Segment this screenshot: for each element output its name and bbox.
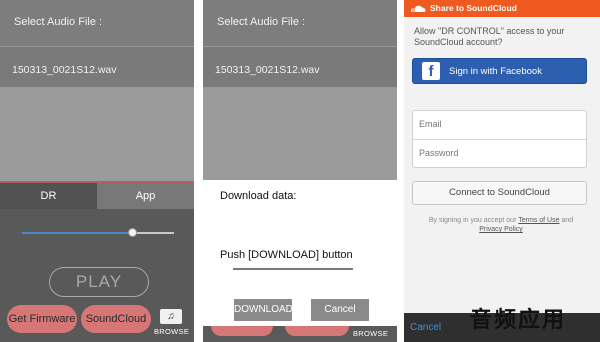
facebook-signin-label: Sign in with Facebook	[449, 66, 542, 77]
browse-label[interactable]: BROWSE	[154, 327, 189, 336]
browse-label[interactable]: BROWSE	[353, 329, 388, 338]
terms-of-use-link[interactable]: Terms of Use	[518, 217, 559, 224]
facebook-icon: f	[422, 62, 440, 80]
tab-dr[interactable]: DR	[0, 183, 97, 209]
file-name: 150313_0021S12.wav	[215, 64, 320, 76]
email-field[interactable]: Email	[419, 119, 442, 129]
dialog-message: Push [DOWNLOAD] button	[220, 249, 353, 261]
file-list-empty-area	[0, 88, 194, 182]
access-prompt: Allow "DR CONTROL" access to your SoundC…	[414, 26, 565, 47]
get-firmware-button-partial	[211, 326, 273, 336]
tab-app[interactable]: App	[97, 183, 194, 209]
terms-notice: By signing in you accept our Terms of Us…	[410, 216, 592, 234]
file-name: 150313_0021S12.wav	[12, 64, 117, 76]
file-list-item[interactable]: 150313_0021S12.wav	[203, 47, 397, 87]
soundcloud-topbar: Share to SoundCloud	[404, 0, 600, 17]
volume-slider-knob[interactable]	[127, 228, 137, 237]
privacy-policy-link[interactable]: Privacy Policy	[479, 226, 523, 233]
cancel-button[interactable]: Cancel	[311, 299, 369, 321]
soundcloud-cloud-icon	[411, 5, 426, 12]
file-list-empty-area	[203, 88, 397, 182]
download-dialog: Download data: Push [DOWNLOAD] button DO…	[203, 180, 397, 326]
terms-prefix: By signing in you accept our	[428, 217, 517, 224]
get-firmware-button[interactable]: Get Firmware	[7, 305, 77, 333]
facebook-signin-button[interactable]: f Sign in with Facebook	[412, 58, 587, 84]
volume-slider-fill	[22, 232, 133, 234]
mode-tabs: DR App	[0, 183, 194, 209]
select-audio-label: Select Audio File :	[217, 16, 306, 28]
app-screen-download-dialog: Select Audio File : 150313_0021S12.wav D…	[203, 0, 397, 342]
download-button[interactable]: DOWNLOAD	[234, 299, 293, 321]
connect-soundcloud-button[interactable]: Connect to SoundCloud	[412, 181, 587, 205]
login-form: Email Password	[412, 110, 587, 168]
select-audio-header: Select Audio File :	[203, 0, 397, 46]
dialog-title: Download data:	[220, 190, 297, 202]
file-list-item[interactable]: 150313_0021S12.wav	[0, 47, 194, 87]
soundcloud-button-partial	[285, 326, 349, 336]
soundcloud-share-screen: Share to SoundCloud Allow "DR CONTROL" a…	[404, 0, 600, 342]
download-progress-bar	[233, 268, 353, 270]
control-area: PLAY Get Firmware SoundCloud ♫ BROWSE	[0, 209, 194, 342]
form-divider	[413, 139, 586, 140]
music-note-icon[interactable]: ♫	[160, 309, 182, 324]
soundcloud-button[interactable]: SoundCloud	[81, 305, 151, 333]
select-audio-label: Select Audio File :	[14, 16, 103, 28]
app-screen-main: Select Audio File : 150313_0021S12.wav D…	[0, 0, 194, 342]
cancel-link[interactable]: Cancel	[410, 322, 441, 333]
password-field[interactable]: Password	[419, 148, 459, 158]
play-button[interactable]: PLAY	[49, 267, 149, 297]
volume-slider[interactable]	[22, 232, 174, 234]
bottom-controls-partial: BROWSE	[203, 326, 397, 342]
select-audio-header: Select Audio File :	[0, 0, 194, 46]
terms-and: and	[561, 217, 574, 224]
share-title: Share to SoundCloud	[430, 3, 517, 13]
watermark-text: 音频应用	[470, 308, 567, 333]
